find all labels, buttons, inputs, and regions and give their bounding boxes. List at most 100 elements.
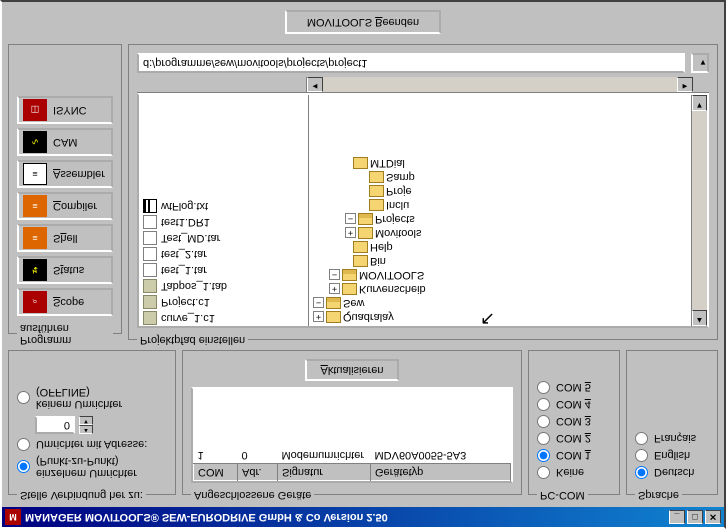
list-item[interactable]: test_2.tar xyxy=(139,246,308,262)
radio-single-inverter[interactable]: einzelnem Umrichter(Punkt-zu-Punkt) xyxy=(17,455,167,479)
expand-icon[interactable]: + xyxy=(313,312,324,323)
folder-icon xyxy=(353,241,368,253)
folder-icon xyxy=(369,199,384,211)
connection-group: Stelle Verbindung her zu: einzelnem Umri… xyxy=(8,350,176,501)
radio-lang-de[interactable]: Deutsch xyxy=(635,466,709,479)
radio-com4[interactable]: COM 4 xyxy=(537,398,611,411)
tree-node: −Sew xyxy=(313,296,687,310)
radio-lang-en[interactable]: English xyxy=(635,449,709,462)
path-dropdown-button[interactable]: ▼ xyxy=(691,53,709,73)
scroll-down-icon[interactable]: ▼ xyxy=(692,95,707,111)
devices-group: Angeschlossene Geräte COM Adr. Signatur … xyxy=(182,350,522,501)
compiler-button[interactable]: ≡ Compiler xyxy=(17,192,113,220)
app-icon: M xyxy=(5,509,21,525)
project-legend: Projektpfad einstellen xyxy=(137,334,248,346)
folder-icon xyxy=(342,283,357,295)
maximize-button[interactable]: □ xyxy=(687,510,703,524)
folder-tree[interactable]: +Quadralay −Sew +Kurvenscheib −MOVITOOLS… xyxy=(309,95,691,326)
col-typ[interactable]: Gerätetyp xyxy=(371,464,511,481)
list-item[interactable]: wtFlog.txt xyxy=(139,198,308,214)
program-group: Programm ausführen ⌕ Scope ↯ Status ≡ Sh… xyxy=(8,44,122,346)
list-item[interactable]: Project.c1 xyxy=(139,294,308,310)
assembler-button[interactable]: ≡ Assembler xyxy=(17,160,113,188)
assembler-icon: ≡ xyxy=(23,163,47,185)
col-com[interactable]: COM xyxy=(194,464,238,481)
address-field[interactable] xyxy=(35,416,75,434)
radio-com3[interactable]: COM 3 xyxy=(537,415,611,428)
scope-button[interactable]: ⌕ Scope xyxy=(17,288,113,316)
radio-address[interactable]: Umrichter mit Adresse: xyxy=(17,438,167,451)
shell-button[interactable]: ≡ Shell xyxy=(17,224,113,252)
collapse-icon[interactable]: − xyxy=(329,270,340,281)
folder-icon xyxy=(342,269,357,281)
language-group: Sprache Deutsch English Français xyxy=(626,350,718,501)
status-button[interactable]: ↯ Status xyxy=(17,256,113,284)
list-item[interactable]: Tabpos_1.tab xyxy=(139,278,308,294)
table-header-row: COM Adr. Signatur Gerätetyp xyxy=(194,464,511,481)
spin-down-icon[interactable]: ▼ xyxy=(79,416,93,425)
isync-button[interactable]: ◫ ISYNC xyxy=(17,96,113,124)
file-icon xyxy=(143,215,157,229)
list-item[interactable]: curve_1.c1 xyxy=(139,310,308,326)
radio-address-input[interactable] xyxy=(17,438,30,451)
tree-hscrollbar[interactable]: ◄ ► xyxy=(137,77,709,93)
tree-node: Samp xyxy=(313,170,687,184)
radio-lang-fr[interactable]: Français xyxy=(635,432,709,445)
radio-offline-input[interactable] xyxy=(17,392,30,405)
radio-com2[interactable]: COM 2 xyxy=(537,432,611,445)
file-icon xyxy=(143,199,157,213)
folder-icon xyxy=(326,297,341,309)
devices-legend: Angeschlossene Geräte xyxy=(191,489,314,501)
radio-com-none[interactable]: Keine xyxy=(537,466,611,479)
cam-button[interactable]: ∿ CAM xyxy=(17,128,113,156)
collapse-icon[interactable]: − xyxy=(313,298,324,309)
radio-offline[interactable]: keinem Umrichter(OFFLINE) xyxy=(17,386,167,410)
shell-icon: ≡ xyxy=(23,227,47,249)
folder-icon xyxy=(358,227,373,239)
tree-node: Inclu xyxy=(313,198,687,212)
list-item[interactable]: test1.DR1 xyxy=(139,214,308,230)
compiler-icon: ≡ xyxy=(23,195,47,217)
tree-scrollbar[interactable]: ▲ ▼ xyxy=(691,95,707,326)
status-icon: ↯ xyxy=(23,259,47,281)
collapse-icon[interactable]: − xyxy=(345,214,356,225)
connection-legend: Stelle Verbindung her zu: xyxy=(17,489,146,501)
expand-icon[interactable]: + xyxy=(345,228,356,239)
folder-icon xyxy=(358,213,373,225)
cam-icon: ∿ xyxy=(23,131,47,153)
folder-icon xyxy=(369,171,384,183)
program-legend: Programm ausführen xyxy=(17,322,113,346)
project-path-field[interactable] xyxy=(137,53,685,73)
file-icon xyxy=(143,279,157,293)
col-adr[interactable]: Adr. xyxy=(238,464,278,481)
spin-up-icon[interactable]: ▲ xyxy=(79,425,93,434)
minimize-button[interactable]: _ xyxy=(669,510,685,524)
folder-icon xyxy=(369,185,384,197)
list-item[interactable]: test_1.tar xyxy=(139,262,308,278)
scroll-left-icon[interactable]: ◄ xyxy=(307,77,323,92)
address-spinner[interactable]: ▲ ▼ xyxy=(79,416,93,434)
table-row[interactable]: 1 0 Modemumrichter MDV60A0055-5A3 xyxy=(194,447,511,464)
radio-com5[interactable]: COM 5 xyxy=(537,381,611,394)
close-button[interactable]: ✕ xyxy=(705,510,721,524)
tree-node: +Movitools xyxy=(313,226,687,240)
scroll-right-icon[interactable]: ► xyxy=(677,77,693,92)
radio-single-inverter-input[interactable] xyxy=(17,461,30,474)
file-icon xyxy=(143,231,157,245)
tree-node: MTDial xyxy=(313,156,687,170)
tree-node: −Projects xyxy=(313,212,687,226)
refresh-button[interactable]: Aktualisieren xyxy=(305,359,400,381)
expand-icon[interactable]: + xyxy=(329,284,340,295)
exit-button[interactable]: MOVITOOLS Beenden xyxy=(285,10,441,34)
file-list[interactable]: curve_1.c1Project.c1Tabpos_1.tabtest_1.t… xyxy=(139,95,309,326)
radio-com1[interactable]: COM 1 xyxy=(537,449,611,462)
list-item[interactable]: Test_MD.tar xyxy=(139,230,308,246)
pccom-group: PC-COM Keine COM 1 COM 2 COM 3 COM 4 COM… xyxy=(528,350,620,501)
scroll-up-icon[interactable]: ▲ xyxy=(692,310,707,326)
col-sig[interactable]: Signatur xyxy=(278,464,371,481)
language-legend: Sprache xyxy=(635,489,682,501)
folder-icon xyxy=(326,311,341,323)
tree-node: −MOVITOOLS xyxy=(313,268,687,282)
devices-table-wrap: COM Adr. Signatur Gerätetyp 1 0 Modemumr… xyxy=(191,387,513,483)
pccom-legend: PC-COM xyxy=(537,489,588,501)
